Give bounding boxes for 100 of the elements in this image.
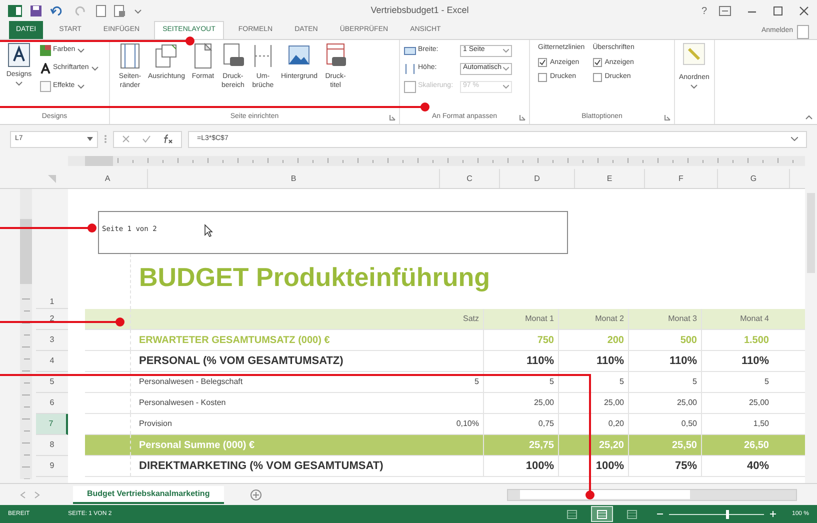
caret-icon [503,66,509,70]
dialog-launcher-icon[interactable] [519,114,526,121]
table-cell: 5 [558,372,628,392]
caret-icon [15,80,23,86]
table-cell-text: Personalwesen - Kosten [138,397,227,409]
table-cell: 25,00 [701,393,773,413]
table-cell: 110% [701,351,773,371]
zoom-in-icon[interactable] [770,511,776,517]
table-cell: 110% [483,351,558,371]
caret-icon [503,48,509,52]
table-cell: 25,00 [483,393,558,413]
account-picture-icon[interactable] [797,25,809,39]
enter-icon[interactable] [142,135,151,143]
window-title: Vertriebsbudget1 - Excel [370,4,470,18]
column-header[interactable]: C [440,169,500,188]
table-cell-text: DIREKTMARKETING (% VOM GESAMTUMSAT) [138,458,384,474]
scroll-left-icon[interactable] [20,490,26,498]
table-cell-text: 5 [474,376,480,388]
table-cell: 25,20 [558,435,628,455]
caret-icon [77,48,86,53]
horizontal-scrollbar[interactable] [507,488,797,500]
maximize-icon[interactable] [773,6,783,16]
arrange-icon [683,43,706,65]
sheet-tab[interactable]: Budget Vertriebskanalmarketing [73,486,224,504]
table-cell: 25,75 [483,435,558,455]
zoom-slider-thumb[interactable] [726,510,729,518]
column-header[interactable]: F [645,169,718,188]
table-cell: 100% [483,456,558,476]
table-cell-text: Provision [138,418,173,430]
print-preview-icon[interactable] [114,5,126,17]
column-header[interactable]: G [718,169,790,188]
page-layout-view-icon [596,510,607,518]
column-header[interactable]: A [68,169,148,188]
table-cell: 500 [628,330,701,350]
expand-icon [791,137,798,141]
caret-icon [87,137,93,141]
table-cell: 25,00 [558,393,628,413]
help-button[interactable]: ? [697,4,711,18]
dialog-launcher-icon[interactable] [664,114,671,121]
table-cell: Monat 2 [558,309,628,329]
table-cell-text: PERSONAL (% VOM GESAMTUMSATZ) [138,354,344,369]
table-cell: 5 [628,372,701,392]
view-button[interactable] [590,506,613,522]
caret-icon [76,84,85,89]
table-cell: 110% [558,351,628,371]
close-icon[interactable] [799,6,809,16]
caret-icon [690,84,698,88]
new-file-icon[interactable] [96,5,106,17]
insert-function-icon[interactable] [163,134,173,144]
table-cell: 25,50 [628,435,701,455]
excel-logo-icon [8,5,22,17]
color-swatch-icon [40,45,51,56]
table-cell: 0,75 [483,414,558,434]
table-cell-text: 0,10% [455,418,480,430]
table-cell: 110% [628,351,701,371]
table-cell: Monat 1 [483,309,558,329]
scale-icon [404,80,416,92]
save-icon[interactable] [30,5,42,17]
orientation-icon [154,43,178,69]
table-cell: 75% [628,456,701,476]
mouse-cursor-icon [204,224,213,237]
print-titles-icon [324,43,348,69]
collapse-ribbon-icon[interactable] [805,115,813,120]
sheet-title: BUDGET Produkteinführung [138,261,490,294]
customize-caret-icon[interactable] [134,8,142,14]
dialog-launcher-icon[interactable] [389,114,396,121]
table-cell-text: Personal Summe (000) € [138,438,256,452]
table-cell: 0,20 [558,414,628,434]
zoom-out-icon[interactable] [656,511,663,517]
print-area-icon [220,43,245,69]
table-cell: 1.500 [701,330,773,350]
table-cell: 25,00 [628,393,701,413]
table-cell-text: Personalwesen - Belegschaft [138,376,244,388]
add-sheet-icon[interactable] [250,488,262,500]
caret-icon [90,66,99,71]
column-header[interactable]: B [148,169,440,188]
cancel-icon[interactable] [122,135,130,143]
table-cell: 5 [483,372,558,392]
grip-icon [104,134,107,144]
width-icon [404,44,416,56]
normal-view-icon [566,510,577,518]
font-icon [40,63,51,74]
table-cell: 100% [558,456,628,476]
effects-icon [40,81,51,92]
table-cell: Monat 3 [628,309,701,329]
designs-icon [8,43,30,67]
margins-icon [118,43,142,69]
caret-icon [503,84,509,88]
column-header[interactable]: D [500,169,575,188]
ribbon-options-icon[interactable] [719,6,731,16]
table-cell: 200 [558,330,628,350]
scroll-right-icon[interactable] [34,490,40,498]
table-cell: 0,50 [628,414,701,434]
table-cell: 26,50 [701,435,773,455]
page-break-view-icon [626,510,637,518]
table-cell: Monat 4 [701,309,773,329]
column-header[interactable]: E [575,169,645,188]
table-cell: 1,50 [701,414,773,434]
row-header[interactable]: 7 [36,414,68,435]
table-cell-text: ERWARTETER GESAMTUMSATZ (000) € [138,334,331,348]
